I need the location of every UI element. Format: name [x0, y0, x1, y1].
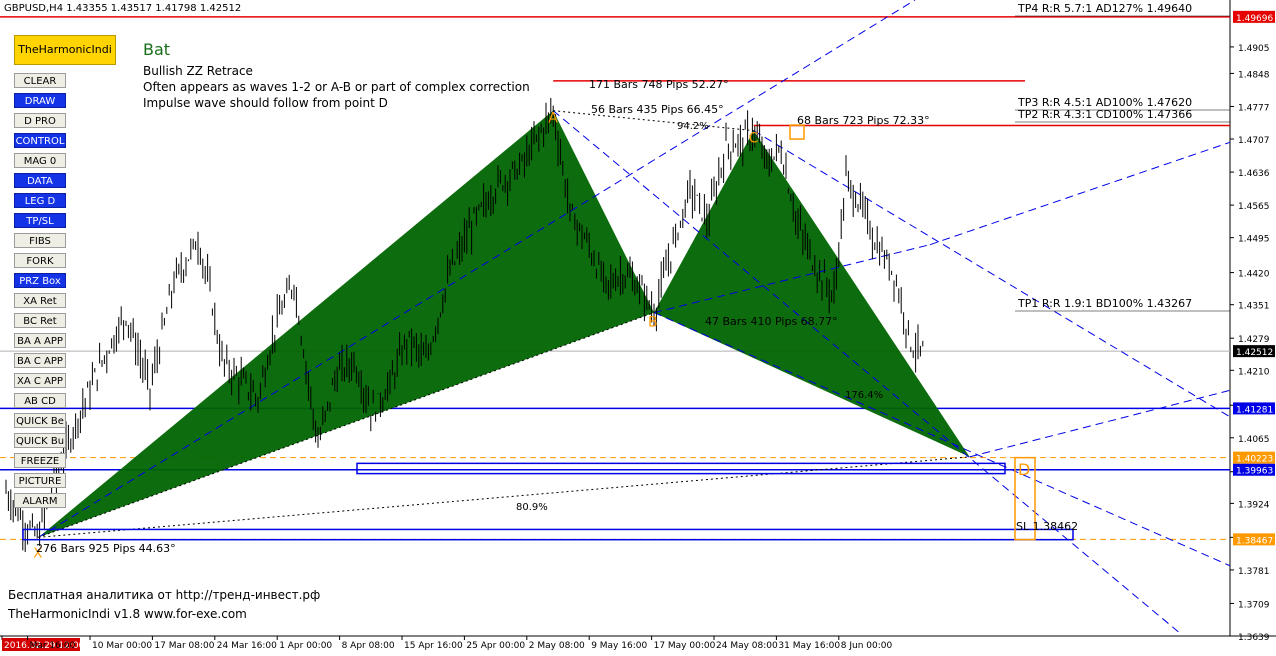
- y-tick-label: 1.4210: [1238, 367, 1270, 377]
- pattern-desc-line-2: Often appears as waves 1-2 or A-B or par…: [143, 80, 530, 94]
- price-tag-label: 1.40223: [1236, 455, 1273, 465]
- x-tick-label: Mar 16:00: [30, 641, 76, 651]
- button-freeze[interactable]: FREEZE: [14, 453, 66, 468]
- y-tick-label: 1.4777: [1238, 103, 1270, 113]
- x-tick-label: 17 Mar 08:00: [154, 641, 214, 651]
- button-ba-a-app[interactable]: BA A APP: [14, 333, 66, 348]
- price-tag-label: 1.39963: [1236, 467, 1273, 477]
- price-tag-label: 1.42512: [1236, 348, 1273, 358]
- price-tag-label: 1.49696: [1236, 14, 1273, 24]
- x-tick-label: 2 May 08:00: [529, 641, 585, 651]
- brand-button[interactable]: TheHarmonicIndi: [14, 35, 116, 65]
- button-xa-ret[interactable]: XA Ret: [14, 293, 66, 308]
- trend-line: [653, 312, 1231, 567]
- stop-loss-label: SL 1.38462: [1016, 520, 1078, 533]
- y-tick-label: 1.4848: [1238, 70, 1270, 80]
- y-tick-label: 1.4495: [1238, 235, 1270, 245]
- prz-box-upper: [356, 462, 1006, 475]
- target-label: TP4 R:R 5.7:1 AD127% 1.49640: [1017, 2, 1192, 15]
- button-leg-d[interactable]: LEG D: [14, 193, 66, 208]
- button-bc-ret[interactable]: BC Ret: [14, 313, 66, 328]
- leg-label: 171 Bars 748 Pips 52.27°: [589, 78, 729, 91]
- x-tick-label: 8 Jun 00:00: [841, 641, 893, 651]
- button-draw[interactable]: DRAW: [14, 93, 66, 108]
- price-tag-label: 1.41281: [1236, 405, 1273, 415]
- x-tick-label: 24 Mar 16:00: [217, 641, 277, 651]
- button-clear[interactable]: CLEAR: [14, 73, 66, 88]
- point-label-d: D: [1018, 460, 1030, 479]
- button-d-pro[interactable]: D PRO: [14, 113, 66, 128]
- x-tick-label: 8 Apr 08:00: [342, 641, 395, 651]
- leg-label: 56 Bars 435 Pips 66.45°: [591, 103, 724, 116]
- y-tick-label: 1.4351: [1238, 302, 1270, 312]
- prz-box-lower: [22, 528, 1074, 541]
- x-tick-label: 31 May 16:00: [778, 641, 840, 651]
- leg-label: 276 Bars 925 Pips 44.63°: [36, 542, 176, 555]
- y-tick-label: 1.4279: [1238, 335, 1270, 345]
- trend-line: [929, 141, 1231, 246]
- x-tick-label: 10 Mar 00:00: [92, 641, 152, 651]
- leg-label: 47 Bars 410 Pips 68.77°: [705, 315, 838, 328]
- button-xa-c-app[interactable]: XA C APP: [14, 373, 66, 388]
- x-tick-label: 9 May 16:00: [591, 641, 647, 651]
- y-tick-label: 1.3781: [1238, 567, 1270, 577]
- ratio-label: 176.4%: [845, 390, 883, 401]
- button-mag-0[interactable]: MAG 0: [14, 153, 66, 168]
- ratio-label: 80.9%: [516, 502, 548, 513]
- target-label: TP1 R:R 1.9:1 BD100% 1.43267: [1017, 297, 1192, 310]
- y-tick-label: 1.4636: [1238, 169, 1270, 179]
- price-tag-label: 1.38467: [1236, 536, 1273, 546]
- button-tp-sl[interactable]: TP/SL: [14, 213, 66, 228]
- button-picture[interactable]: PICTURE: [14, 473, 66, 488]
- button-data[interactable]: DATA: [14, 173, 66, 188]
- x-tick-label: 24 May 08:00: [716, 641, 778, 651]
- target-label: TP2 R:R 4.3:1 CD100% 1.47366: [1017, 108, 1192, 121]
- pattern-desc-line-3: Impulse wave should follow from point D: [143, 96, 388, 110]
- y-tick-label: 1.4905: [1238, 44, 1270, 54]
- button-fork[interactable]: FORK: [14, 253, 66, 268]
- symbol-header: GBPUSD,H4 1.43355 1.43517 1.41798 1.4251…: [4, 3, 242, 14]
- ratio-label: 94.2%: [677, 121, 709, 132]
- button-ba-c-app[interactable]: BA C APP: [14, 353, 66, 368]
- button-control[interactable]: CONTROL: [14, 133, 66, 148]
- y-tick-label: 1.4565: [1238, 202, 1270, 212]
- point-label-b: B: [648, 315, 658, 331]
- y-tick-label: 1.3709: [1238, 600, 1270, 610]
- point-label-a: A: [548, 111, 558, 127]
- x-tick-label: 17 May 00:00: [654, 641, 716, 651]
- x-tick-label: 25 Apr 00:00: [466, 641, 525, 651]
- pattern-desc-line-1: Bullish ZZ Retrace: [143, 64, 253, 78]
- button-quick-be[interactable]: QUICK Be: [14, 413, 66, 428]
- button-alarm[interactable]: ALARM: [14, 493, 66, 508]
- x-tick-label: 15 Apr 16:00: [404, 641, 463, 651]
- point-c-marker: [789, 124, 805, 140]
- button-ab-cd[interactable]: AB CD: [14, 393, 66, 408]
- y-tick-label: 1.3639: [1238, 633, 1270, 643]
- trend-line: [552, 110, 1181, 634]
- button-prz-box[interactable]: PRZ Box: [14, 273, 66, 288]
- y-tick-label: 1.4065: [1238, 435, 1270, 445]
- footer-analytics-link[interactable]: Бесплатная аналитика от http://тренд-инв…: [8, 588, 320, 602]
- pattern-title: Bat: [143, 40, 171, 59]
- button-fibs[interactable]: FIBS: [14, 233, 66, 248]
- button-quick-bu[interactable]: QUICK Bu: [14, 433, 66, 448]
- y-tick-label: 1.4707: [1238, 136, 1270, 146]
- y-tick-label: 1.4420: [1238, 270, 1270, 280]
- footer-version: TheHarmonicIndi v1.8 www.for-exe.com: [8, 607, 247, 621]
- y-tick-label: 1.3924: [1238, 500, 1270, 510]
- x-tick-label: 1 Apr 00:00: [279, 641, 332, 651]
- point-label-c: C: [749, 131, 759, 147]
- trend-line: [969, 389, 1231, 458]
- leg-label: 68 Bars 723 Pips 72.33°: [797, 114, 930, 127]
